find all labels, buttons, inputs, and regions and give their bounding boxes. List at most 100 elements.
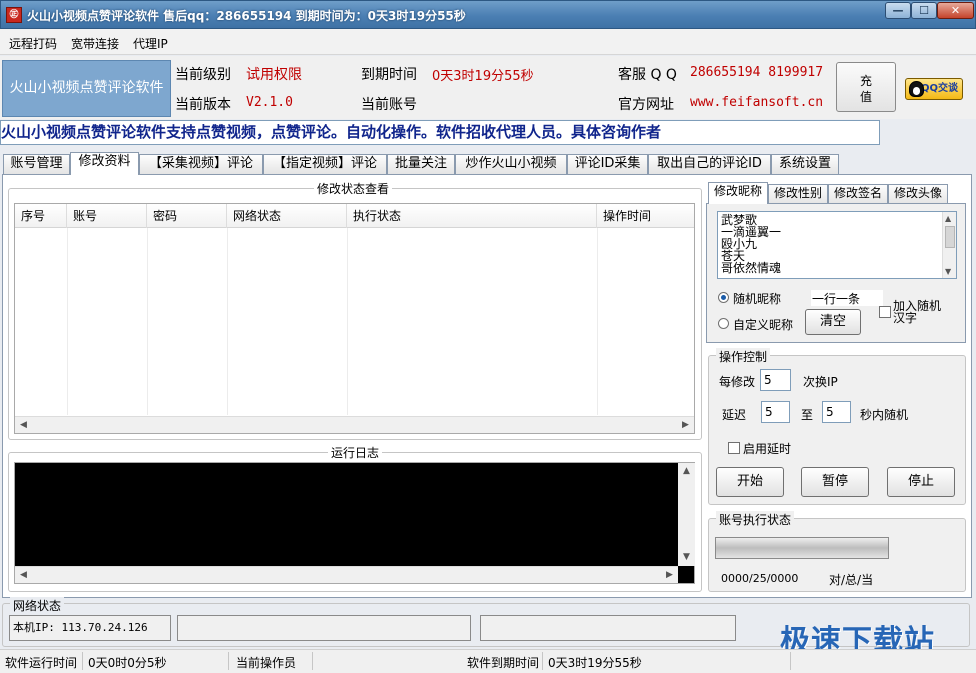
minimize-button[interactable]: — <box>885 2 911 19</box>
expire-time-label: 软件到期时间 <box>467 656 540 670</box>
start-button[interactable]: 开始 <box>716 467 784 497</box>
tab-edit-profile[interactable]: 修改资料 <box>70 152 139 175</box>
service-qq-label: 客服 Q Q <box>618 67 677 83</box>
status-table[interactable]: 序号 账号 密码 网络状态 执行状态 操作时间 ◀ ▶ <box>14 203 695 434</box>
status-view-title: 修改状态查看 <box>314 180 393 197</box>
per-line-hint: 一行一条 <box>811 290 883 306</box>
main-tabs: 账号管理 修改资料 【采集视频】评论 【指定视频】评论 批量关注 炒作火山小视频… <box>0 152 976 175</box>
add-random-chars-checkbox[interactable] <box>879 306 891 318</box>
qq-chat-label: QQ交谈 <box>920 83 958 94</box>
scroll-right-icon[interactable]: ▶ <box>661 567 678 584</box>
column-divider <box>147 228 148 415</box>
col-exec-status[interactable]: 执行状态 <box>347 204 597 228</box>
random-nickname-label: 随机昵称 <box>733 292 782 306</box>
col-operation-time[interactable]: 操作时间 <box>597 204 694 228</box>
expire-time-value: 0天3时19分55秒 <box>548 656 642 670</box>
pause-button[interactable]: 暂停 <box>801 467 869 497</box>
tab-system-settings[interactable]: 系统设置 <box>771 154 839 174</box>
close-button[interactable]: ✕ <box>937 2 974 19</box>
switch-ip-label: 次换IP <box>803 375 838 389</box>
delay-to-label: 至 <box>801 408 814 422</box>
clear-button[interactable]: 清空 <box>805 309 861 335</box>
scroll-down-icon[interactable]: ▼ <box>678 549 695 566</box>
tab-collect-video-comment[interactable]: 【采集视频】评论 <box>139 154 263 174</box>
nickname-panel: 武梦歌 一滴遥翼一 殴小九 苍天 哥依然情魂 ▲ ▼ 随机昵称 一行一条 加入随… <box>706 203 966 343</box>
scroll-right-icon[interactable]: ▶ <box>677 417 694 434</box>
window-title: 火山小视频点赞评论软件 售后qq：286655194 到期时间为：0天3时19分… <box>27 9 466 23</box>
run-log-title: 运行日志 <box>328 444 383 461</box>
subtab-edit-gender[interactable]: 修改性别 <box>768 184 828 203</box>
status-divider <box>790 652 791 670</box>
tab-get-own-comment-id[interactable]: 取出自己的评论ID <box>648 154 771 174</box>
scroll-left-icon[interactable]: ◀ <box>15 417 32 434</box>
column-divider <box>347 228 348 415</box>
tab-comment-id-collect[interactable]: 评论ID采集 <box>567 154 648 174</box>
subtab-edit-signature[interactable]: 修改签名 <box>828 184 888 203</box>
stop-button[interactable]: 停止 <box>887 467 955 497</box>
column-divider <box>597 228 598 415</box>
recharge-button[interactable]: 充值 <box>836 62 896 112</box>
subtab-edit-nickname[interactable]: 修改昵称 <box>708 182 768 204</box>
scroll-up-icon[interactable]: ▲ <box>678 463 695 480</box>
operator-label: 当前操作员 <box>236 656 297 670</box>
subtab-edit-avatar[interactable]: 修改头像 <box>888 184 948 203</box>
maximize-button[interactable]: ☐ <box>911 2 937 19</box>
enable-delay-checkbox[interactable] <box>728 442 740 454</box>
log-vertical-scrollbar[interactable]: ▲ ▼ <box>678 463 695 566</box>
exec-status-title: 账号执行状态 <box>716 511 795 528</box>
delay-min-input[interactable]: 5 <box>761 401 790 423</box>
title-bar[interactable]: ㊣ 火山小视频点赞评论软件 售后qq：286655194 到期时间为：0天3时1… <box>0 0 976 29</box>
exec-counter-desc: 对/总/当 <box>829 573 874 587</box>
network-status-title: 网络状态 <box>10 597 65 614</box>
tab-promote-video[interactable]: 炒作火山小视频 <box>455 154 567 174</box>
every-edit-label: 每修改 <box>719 375 756 389</box>
random-nickname-radio[interactable] <box>718 292 729 303</box>
menu-remote-captcha[interactable]: 远程打码 <box>9 35 57 52</box>
status-table-header: 序号 账号 密码 网络状态 执行状态 操作时间 <box>15 204 694 228</box>
column-divider <box>67 228 68 415</box>
website-value[interactable]: www.feifansoft.cn <box>690 95 823 110</box>
list-item: 殴小九 <box>721 237 758 251</box>
enable-delay-label: 启用延时 <box>743 442 792 456</box>
custom-nickname-label: 自定义昵称 <box>733 318 794 332</box>
scroll-down-icon[interactable]: ▼ <box>945 266 951 278</box>
local-ip-box: 本机IP: 113.70.24.126 <box>9 615 171 641</box>
announcement-marquee: 火山小视频点赞评论软件支持点赞视频，点赞评论。自动化操作。软件招收代理人员。具体… <box>0 120 880 145</box>
tab-account-management[interactable]: 账号管理 <box>3 154 70 174</box>
network-info-box <box>480 615 736 641</box>
scroll-left-icon[interactable]: ◀ <box>15 567 32 584</box>
menu-proxy-ip[interactable]: 代理IP <box>133 35 168 52</box>
col-network-status[interactable]: 网络状态 <box>227 204 347 228</box>
level-label: 当前级别 <box>175 67 231 83</box>
runtime-value: 0天0时0分5秒 <box>88 656 167 670</box>
tab-specified-video-comment[interactable]: 【指定视频】评论 <box>263 154 387 174</box>
column-divider <box>227 228 228 415</box>
exec-progress-bar <box>715 537 889 559</box>
menu-broadband[interactable]: 宽带连接 <box>71 35 119 52</box>
nickname-list-scrollbar[interactable]: ▲ ▼ <box>942 212 956 278</box>
log-horizontal-scrollbar[interactable]: ◀ ▶ <box>15 566 678 583</box>
list-item: 哥依然情魂 <box>721 261 782 275</box>
level-value: 试用权限 <box>246 67 302 83</box>
scroll-thumb[interactable] <box>945 226 955 248</box>
scroll-up-icon[interactable]: ▲ <box>945 213 951 225</box>
switch-ip-interval-input[interactable]: 5 <box>760 369 791 391</box>
runtime-label: 软件运行时间 <box>5 656 78 670</box>
nickname-list[interactable]: 武梦歌 一滴遥翼一 殴小九 苍天 哥依然情魂 ▲ ▼ <box>717 211 957 279</box>
operation-control-title: 操作控制 <box>716 348 771 365</box>
col-password[interactable]: 密码 <box>147 204 227 228</box>
col-account[interactable]: 账号 <box>67 204 147 228</box>
expire-label: 到期时间 <box>361 67 417 83</box>
random-seconds-label: 秒内随机 <box>860 408 909 422</box>
run-log-output[interactable]: ▲ ▼ ◀ ▶ <box>14 462 695 584</box>
col-index[interactable]: 序号 <box>15 204 67 228</box>
status-divider <box>228 652 229 670</box>
custom-nickname-radio[interactable] <box>718 318 729 329</box>
tab-batch-follow[interactable]: 批量关注 <box>387 154 455 174</box>
header-panel: 火山小视频点赞评论软件 当前级别 试用权限 当前版本 V2.1.0 到期时间 0… <box>0 56 976 119</box>
delay-max-input[interactable]: 5 <box>822 401 851 423</box>
menu-bar: 远程打码 宽带连接 代理IP <box>0 29 976 55</box>
table-horizontal-scrollbar[interactable]: ◀ ▶ <box>15 416 694 433</box>
app-icon: ㊣ <box>6 7 22 23</box>
qq-chat-button[interactable]: QQ交谈 <box>905 78 963 100</box>
